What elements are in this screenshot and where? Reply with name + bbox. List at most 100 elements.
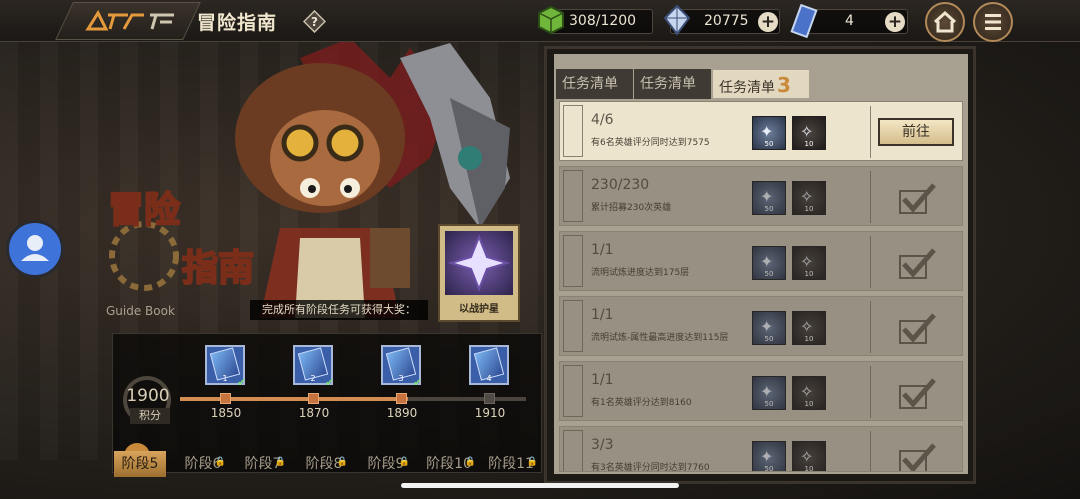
menu-icon <box>985 14 1001 30</box>
crystal-value: 20775 <box>704 13 749 29</box>
reward-scroll[interactable]: ✧ 10 <box>792 376 826 410</box>
completed-check-icon <box>899 443 936 471</box>
event-title-line2: 指南 <box>182 248 254 289</box>
milestone-reward-4[interactable]: 4 <box>469 345 509 385</box>
reward-crystal[interactable]: ✦ 50 <box>752 116 786 150</box>
milestone-number: 4 <box>486 374 492 383</box>
tab-stage-8[interactable]: 阶段8 🔒 <box>298 451 350 477</box>
energy-cube-icon <box>538 5 564 35</box>
event-title-art: 冒险 指南 <box>107 189 255 291</box>
tab-stage-7[interactable]: 阶段7 🔒 <box>238 451 288 477</box>
divider <box>870 366 871 418</box>
page-title: 冒险指南 <box>197 12 278 34</box>
quest-row: 1/1 有1名英雄评分达到8160 ✦ 50 ✧ 10 <box>559 361 963 421</box>
quest-description: 流明试炼-属性最高进度达到115层 <box>591 333 729 343</box>
completed-check-icon <box>899 378 936 409</box>
row-ornament <box>563 300 583 352</box>
points-label: 积分 <box>130 408 170 424</box>
tab-stage-11[interactable]: 阶段11 🔒 <box>482 451 540 477</box>
tab-quest-list-3[interactable]: 任务清单 3 <box>712 69 810 99</box>
milestone-marker <box>308 393 319 404</box>
avatar[interactable] <box>6 220 64 278</box>
crystal-icon: ✦ <box>760 252 774 271</box>
event-title-line1: 冒险 <box>108 190 181 231</box>
grand-prize-label: 以战护星 <box>459 304 499 315</box>
completed-check-icon <box>899 313 936 344</box>
milestone-score: 1890 <box>386 406 418 420</box>
points-progress-bar <box>180 397 526 401</box>
reward-scroll[interactable]: ✧ 10 <box>792 441 826 471</box>
crystal-icon: ✦ <box>760 447 774 466</box>
scroll-icon: ✧ <box>800 252 814 271</box>
divider <box>870 301 871 353</box>
add-ticket-button[interactable]: + <box>885 12 905 32</box>
reward-crystal[interactable]: ✦ 50 <box>752 441 786 471</box>
question-icon[interactable]: ? <box>303 10 326 33</box>
tab-quest-list-2[interactable]: 任务清单2 <box>634 69 711 126</box>
quest-row: 230/230 累计招募230次英雄 ✦ 50 ✧ 10 <box>559 166 963 226</box>
check-icon: ✔ <box>237 376 247 389</box>
tab-stage-10[interactable]: 阶段10 🔒 <box>420 451 478 477</box>
game-logo <box>85 9 174 31</box>
scroll-icon: ✧ <box>800 447 814 466</box>
quest-row: 1/1 流明试炼进度达到175层 ✦ 50 ✧ 10 <box>559 231 963 291</box>
reward-scroll[interactable]: ✧ 10 <box>792 116 826 150</box>
milestone-score: 1870 <box>298 406 330 420</box>
check-icon: ✔ <box>325 376 335 389</box>
menu-button[interactable] <box>973 2 1013 42</box>
lock-icon: 🔒 <box>274 457 286 467</box>
reward-tip: 完成所有阶段任务可获得大奖： <box>250 300 428 320</box>
tab-stage-6[interactable]: 阶段6 🔒 <box>178 451 228 477</box>
quest-progress: 1/1 <box>591 242 614 258</box>
milestone-marker <box>220 393 231 404</box>
svg-text:?: ? <box>311 15 318 29</box>
scroll-icon: ✧ <box>800 187 814 206</box>
reward-crystal[interactable]: ✦ 50 <box>752 376 786 410</box>
quest-progress: 4/6 <box>591 112 614 128</box>
quest-description: 有1名英雄评分达到8160 <box>591 398 692 408</box>
divider <box>870 236 871 288</box>
energy-value: 308/1200 <box>569 13 637 29</box>
quest-progress: 3/3 <box>591 437 614 453</box>
quest-progress: 230/230 <box>591 177 650 193</box>
divider <box>870 171 871 223</box>
milestone-marker <box>396 393 407 404</box>
reward-crystal[interactable]: ✦ 50 <box>752 181 786 215</box>
tab-stage-9[interactable]: 阶段9 🔒 <box>360 451 412 477</box>
points-progress-fill <box>180 397 409 401</box>
quest-row: 1/1 流明试炼-属性最高进度达到115层 ✦ 50 ✧ 10 <box>559 296 963 356</box>
row-ornament <box>563 105 583 157</box>
tab-quest-list-1[interactable]: 任务清单1 <box>556 69 633 126</box>
scroll-icon: ✧ <box>800 317 814 336</box>
lock-icon: 🔒 <box>214 457 226 467</box>
reward-scroll[interactable]: ✧ 10 <box>792 246 826 280</box>
star-crystal-icon <box>447 234 511 292</box>
reward-scroll[interactable]: ✧ 10 <box>792 311 826 345</box>
crystal-icon <box>663 4 691 36</box>
grand-prize-image <box>445 231 513 295</box>
milestone-marker <box>484 393 495 404</box>
divider <box>870 106 871 158</box>
lock-icon: 🔒 <box>464 457 476 467</box>
go-button[interactable]: 前往 <box>878 118 954 146</box>
row-ornament <box>563 430 583 471</box>
reward-crystal[interactable]: ✦ 50 <box>752 246 786 280</box>
lock-icon: 🔒 <box>398 457 410 467</box>
lock-icon: 🔒 <box>526 457 538 467</box>
home-icon <box>933 10 957 33</box>
reward-scroll[interactable]: ✧ 10 <box>792 181 826 215</box>
quest-row: 4/6 有6名英雄评分同时达到7575 ✦ 50 ✧ 10 前往 <box>559 101 963 161</box>
tab-stage-5[interactable]: 阶段5 <box>114 451 166 477</box>
completed-check-icon <box>899 183 936 214</box>
reward-crystal[interactable]: ✦ 50 <box>752 311 786 345</box>
home-button[interactable] <box>925 2 965 42</box>
quest-description: 流明试炼进度达到175层 <box>591 268 690 278</box>
grand-prize-card[interactable]: 以战护星 <box>438 224 520 322</box>
home-indicator[interactable] <box>401 483 679 488</box>
row-ornament <box>563 235 583 287</box>
crystal-icon: ✦ <box>760 122 774 141</box>
add-crystal-button[interactable]: + <box>758 12 778 32</box>
user-icon <box>21 235 49 261</box>
milestone-score: 1850 <box>210 406 242 420</box>
stage-tabs: 阶段5 阶段6 🔒 阶段7 🔒 阶段8 🔒 阶段9 🔒 阶段10 🔒 阶段11 🔒 <box>112 451 542 477</box>
